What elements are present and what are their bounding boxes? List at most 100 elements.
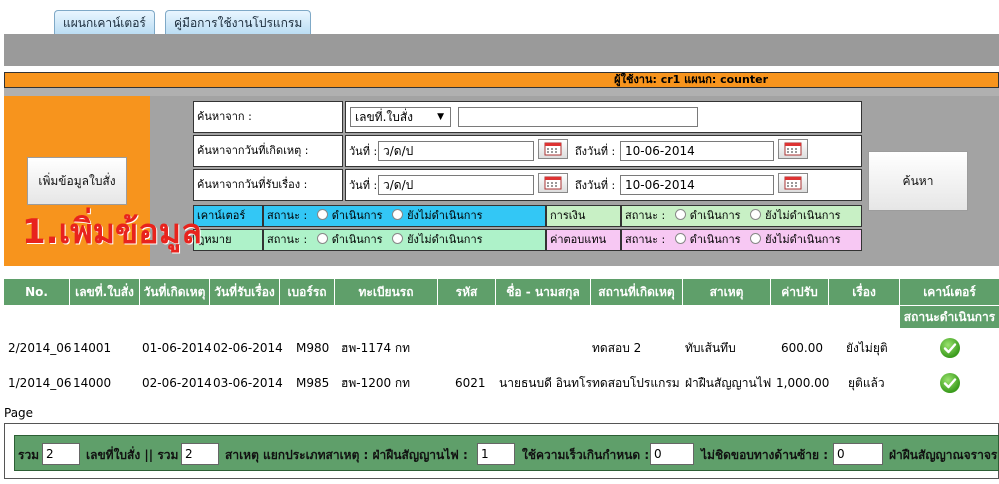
summary-last-label: ฝ่าฝืนสัญญาณจราจร [889, 448, 998, 462]
cell-place: ทดสอบ 2 [592, 341, 642, 355]
receive-to-calendar-icon[interactable] [778, 173, 808, 193]
status-label: สถานะ : [625, 233, 666, 246]
search-field-select-value: เลขที่.ใบสั่ง [355, 110, 414, 124]
status-label: สถานะ : [267, 209, 308, 222]
col-place: สถานที่เกิดเหตุ [591, 279, 683, 305]
status-label: สถานะ : [625, 209, 666, 222]
table-row: 1/2014_06 [8, 373, 72, 393]
status-label: สถานะ : [267, 233, 308, 246]
dropdown-arrow-icon: ▼ [437, 112, 444, 122]
cell-code: 6021 [455, 376, 486, 390]
col-counter-status: สถานะดำเนินการ [900, 306, 999, 328]
cell-name: นายธนบดี อินทโร [499, 376, 592, 390]
col-incident-date: วันที่เกิดเหตุ [140, 279, 210, 305]
summary-total-label: รวม [18, 448, 40, 462]
counter-notdone-label: ยังไม่ดำเนินการ [407, 209, 483, 222]
finance-done-radio[interactable] [674, 209, 686, 220]
search-from-label: ค้นหาจาก : [193, 101, 343, 133]
cell-plate: ฮพ-1174 กท [341, 341, 411, 355]
cell-car-number: M980 [296, 341, 330, 355]
status-comp-label: ค่าตอบแทน [546, 229, 621, 251]
cell-cause: ฝ่าฝืนสัญญานไฟ [685, 376, 772, 390]
summary-ticket-label: เลขที่ใบสั่ง || รวม [86, 448, 179, 462]
divider-bar [4, 88, 999, 96]
comp-notdone-label: ยังไม่ดำเนินการ [765, 233, 841, 246]
cell-plate: ฮพ-1200 กท [341, 376, 411, 390]
search-field-select[interactable]: เลขที่.ใบสั่ง ▼ [350, 107, 451, 127]
status-law-options: สถานะ : ดำเนินการ ยังไม่ดำเนินการ [263, 229, 546, 251]
receive-to-input[interactable]: 10-06-2014 [620, 175, 774, 195]
counter-done-radio[interactable] [316, 209, 328, 220]
summary-speed-input[interactable]: 0 [650, 443, 694, 465]
cell-fine: 600.00 [781, 341, 823, 355]
col-fine: ค่าปรับ [771, 279, 829, 305]
summary-left-input[interactable]: 0 [833, 443, 883, 465]
user-info: ผู้ใช้งาน: cr1 แผนก: counter [614, 73, 768, 86]
incident-from-label: วันที่ : [349, 145, 378, 158]
col-receive-date: วันที่รับเรื่อง [210, 279, 280, 305]
add-ticket-button[interactable]: เพิ่มข้อมูลใบสั่ง [27, 157, 127, 205]
col-code: รหัส [438, 279, 496, 305]
search-value-input[interactable] [458, 107, 698, 127]
cell-cause: ทับเส้นทึบ [685, 341, 736, 355]
col-no: No. [4, 279, 70, 305]
finance-notdone-label: ยังไม่ดำเนินการ [765, 209, 841, 222]
overlay-caption: 1.เพิ่มข้อมูล [22, 212, 202, 252]
cell-case: ยุติแล้ว [848, 376, 885, 390]
tab-counter[interactable]: แผนกเคาน์เตอร์ [54, 10, 155, 35]
col-ticket-no: เลขที่.ใบสั่ง [70, 279, 140, 305]
counter-done-label: ดำเนินการ [331, 209, 383, 222]
incident-to-calendar-icon[interactable] [778, 139, 808, 159]
cell-no: 1/2014_06 [8, 376, 72, 390]
search-button[interactable]: ค้นหา [868, 151, 968, 211]
comp-notdone-radio[interactable] [750, 233, 762, 244]
cell-ticket-no: 14001 [73, 341, 112, 355]
finance-notdone-radio[interactable] [750, 209, 762, 220]
law-done-radio[interactable] [316, 233, 328, 244]
finance-done-label: ดำเนินการ [689, 209, 741, 222]
status-counter-label: เคาน์เตอร์ [193, 205, 263, 227]
incident-from-input[interactable]: ว/ด/ป [378, 141, 534, 161]
receive-from-label: วันที่ : [349, 179, 378, 192]
cell-ticket-no: 14000 [73, 376, 112, 390]
law-notdone-radio[interactable] [392, 233, 404, 244]
table-row: 2/2014_06 [8, 338, 72, 358]
tab-manual[interactable]: คู่มือการใช้งานโปรแกรม [165, 10, 312, 35]
law-notdone-label: ยังไม่ดำเนินการ [407, 233, 483, 246]
col-cause: สาเหตุ [683, 279, 771, 305]
cell-no: 2/2014_06 [8, 341, 72, 355]
summary-total-input[interactable]: 2 [42, 443, 80, 465]
status-finance-options: สถานะ : ดำเนินการ ยังไม่ดำเนินการ [621, 205, 862, 227]
cell-incident-date: 02-06-2014 [142, 376, 212, 390]
incident-date-label: ค้นหาจากวันที่เกิดเหตุ : [193, 135, 343, 167]
user-info-bar: ผู้ใช้งาน: cr1 แผนก: counter [4, 72, 999, 88]
page-label: Page [4, 406, 34, 420]
status-counter-options: สถานะ : ดำเนินการ ยังไม่ดำเนินการ [263, 205, 546, 227]
receive-date-label: ค้นหาจากวันที่รับเรื่อง : [193, 169, 343, 201]
col-counter: เคาน์เตอร์ [900, 279, 999, 305]
receive-from-calendar-icon[interactable] [538, 173, 568, 193]
status-comp-options: สถานะ : ดำเนินการ ยังไม่ดำเนินการ [621, 229, 862, 251]
counter-notdone-radio[interactable] [392, 209, 404, 220]
comp-done-radio[interactable] [674, 233, 686, 244]
status-finance-label: การเงิน [546, 205, 621, 227]
incident-to-label: ถึงวันที่ : [575, 145, 616, 158]
col-plate: ทะเบียนรถ [335, 279, 438, 305]
summary-type-label: สาเหตุ แยกประเภทสาเหตุ : ฝ่าฝืนสัญญานไฟ … [225, 448, 468, 462]
receive-from-input[interactable]: ว/ด/ป [378, 175, 534, 195]
col-name: ชื่อ - นามสกุล [496, 279, 591, 305]
status-check-icon[interactable] [940, 373, 960, 393]
law-done-label: ดำเนินการ [331, 233, 383, 246]
summary-light-input[interactable]: 1 [477, 443, 515, 465]
cell-place: ทดสอบโปรแกรม [592, 376, 680, 390]
cell-case: ยังไม่ยุติ [846, 341, 888, 355]
status-check-icon[interactable] [940, 338, 960, 358]
header-bar [4, 34, 999, 66]
summary-ticket-input[interactable]: 2 [181, 443, 219, 465]
summary-left-label: ไม่ชิดขอบทางด้านซ้าย : [701, 448, 829, 462]
incident-from-calendar-icon[interactable] [538, 139, 568, 159]
incident-to-input[interactable]: 10-06-2014 [620, 141, 774, 161]
receive-to-label: ถึงวันที่ : [575, 179, 616, 192]
status-law-label: ฎหมาย [193, 229, 263, 251]
summary-speed-label: ใช้ความเร็วเกินกำหนด : [522, 448, 650, 462]
